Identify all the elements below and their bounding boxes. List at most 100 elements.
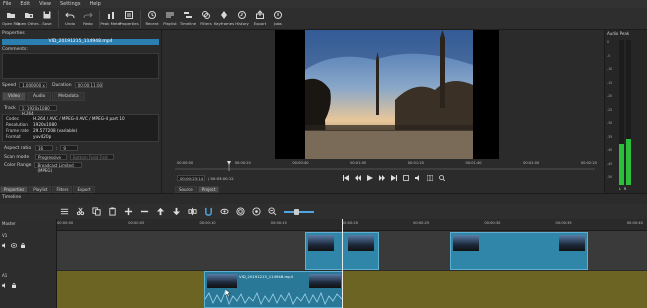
scrub-icon[interactable] bbox=[220, 207, 229, 216]
tab-project[interactable]: Project bbox=[197, 186, 220, 193]
menu-view[interactable]: View bbox=[39, 1, 51, 7]
peak-meter-button[interactable]: Peak Meter bbox=[100, 8, 122, 30]
timeline-button[interactable]: Timeline bbox=[179, 8, 197, 30]
total-time: / 00:03:00:12 bbox=[208, 175, 234, 181]
toolbar-label: Timeline bbox=[179, 21, 197, 26]
tab-properties[interactable]: Properties bbox=[0, 186, 29, 193]
toolbar-label: Recent bbox=[145, 21, 159, 26]
ripple-all-icon[interactable] bbox=[252, 207, 261, 216]
save-button[interactable]: Save bbox=[38, 8, 56, 30]
clip-title: VID_20191215_114948.mp4 bbox=[239, 274, 293, 279]
skip-start-icon[interactable] bbox=[343, 175, 349, 181]
aspect-ratio-width[interactable]: 16 bbox=[35, 145, 53, 151]
menu-icon[interactable] bbox=[60, 207, 69, 216]
audio-track[interactable]: VID_20191215_114948.mp4 bbox=[57, 271, 647, 308]
split-icon[interactable] bbox=[188, 207, 197, 216]
tab-source[interactable]: Source bbox=[175, 186, 197, 193]
overwrite-icon[interactable] bbox=[172, 207, 181, 216]
transport-controls bbox=[343, 175, 445, 181]
undo-button[interactable]: Undo bbox=[61, 8, 79, 30]
meter-left-fill bbox=[619, 144, 624, 185]
ripple-icon[interactable] bbox=[236, 207, 245, 216]
comments-field[interactable] bbox=[2, 53, 159, 79]
lock-icon[interactable] bbox=[11, 283, 17, 288]
tab-playlist[interactable]: Playlist bbox=[29, 186, 52, 193]
mute-icon[interactable] bbox=[2, 243, 8, 248]
video-preview[interactable] bbox=[275, 30, 499, 159]
tab-metadata[interactable]: Metadata bbox=[52, 92, 85, 101]
tab-video[interactable]: Video bbox=[2, 92, 27, 101]
undo-icon bbox=[65, 12, 75, 19]
track-label: Track bbox=[4, 105, 16, 111]
filters-button[interactable]: Filters bbox=[197, 8, 215, 30]
cut-icon[interactable] bbox=[76, 207, 85, 216]
info-row: Format yuv420p bbox=[3, 134, 158, 140]
audio-video-clip[interactable]: VID_20191215_114948.mp4 bbox=[204, 271, 343, 308]
toolbar-label: Jobs bbox=[274, 21, 282, 26]
open-other-button[interactable]: Open Other... bbox=[16, 8, 42, 30]
clip-name: VID_20191215_114948.mp4 bbox=[2, 39, 159, 45]
field-order-select[interactable]: Bottom Field First bbox=[70, 154, 114, 160]
duration-input[interactable]: 00:00:11:00 bbox=[74, 82, 103, 88]
video-track-label: V1 bbox=[2, 233, 8, 238]
duration-label: Duration bbox=[52, 82, 72, 88]
menu-file[interactable]: File bbox=[3, 1, 11, 7]
fast-forward-icon[interactable] bbox=[379, 175, 385, 181]
tab-audio[interactable]: Audio bbox=[27, 92, 52, 101]
tab-filters[interactable]: Filters bbox=[52, 186, 73, 193]
timeline-ruler[interactable]: 00:00:00 00:00:05 00:00:10 00:00:15 00:0… bbox=[57, 219, 647, 231]
copy-icon[interactable] bbox=[92, 207, 101, 216]
meter-left bbox=[619, 40, 624, 185]
open-file-button[interactable]: Open File bbox=[2, 8, 20, 30]
paste-icon[interactable] bbox=[108, 207, 117, 216]
lock-icon[interactable] bbox=[20, 243, 26, 248]
color-range-select[interactable]: Broadcast Limited (MPEG) bbox=[34, 162, 83, 173]
jobs-button[interactable]: Jobs bbox=[269, 8, 287, 30]
menu-settings[interactable]: Settings bbox=[60, 1, 81, 7]
redo-button[interactable]: Redo bbox=[79, 8, 97, 30]
keyframes-button[interactable]: Keyframes bbox=[214, 8, 234, 30]
snap-icon[interactable] bbox=[204, 207, 213, 216]
peak-scale-tick: -15 bbox=[607, 80, 613, 85]
zoom-slider-handle[interactable] bbox=[294, 208, 299, 215]
open-other-icon bbox=[25, 13, 33, 18]
skip-end-icon[interactable] bbox=[391, 175, 397, 181]
mute-icon[interactable] bbox=[2, 283, 8, 288]
video-track[interactable] bbox=[57, 231, 647, 270]
video-clip[interactable] bbox=[450, 232, 588, 270]
zoom-out-icon[interactable] bbox=[268, 207, 277, 216]
play-icon[interactable] bbox=[367, 175, 373, 181]
history-button[interactable]: History bbox=[233, 8, 251, 30]
current-time-field[interactable]: 00:00:23:14 bbox=[177, 175, 205, 181]
peak-scale-tick: -40 bbox=[607, 148, 613, 152]
append-icon[interactable] bbox=[124, 207, 133, 216]
properties-button[interactable]: Properties bbox=[119, 8, 139, 30]
tab-export[interactable]: Export bbox=[73, 186, 95, 193]
export-button[interactable]: Export bbox=[251, 8, 269, 30]
menu-edit[interactable]: Edit bbox=[20, 1, 30, 7]
remove-icon[interactable] bbox=[140, 207, 149, 216]
meter-right-fill bbox=[626, 138, 631, 185]
recent-button[interactable]: Recent bbox=[143, 8, 161, 30]
aspect-ratio-height[interactable]: 9 bbox=[60, 145, 79, 151]
rewind-icon[interactable] bbox=[355, 175, 361, 181]
zoom-slider[interactable] bbox=[284, 208, 314, 215]
peak-scale-tick: -25 bbox=[607, 107, 613, 112]
audio-peak-title: Audio Peak bbox=[607, 31, 630, 36]
playlist-button[interactable]: Playlist bbox=[161, 8, 179, 30]
menu-help[interactable]: Help bbox=[89, 1, 100, 7]
grid-icon[interactable] bbox=[427, 175, 433, 181]
volume-icon[interactable] bbox=[415, 175, 421, 181]
folder-icon bbox=[7, 13, 15, 18]
timeline-ruler-tick: 00:00:15 bbox=[270, 221, 287, 225]
loop-icon[interactable] bbox=[403, 175, 409, 181]
scan-mode-select[interactable]: Progressive bbox=[35, 154, 67, 160]
player-ruler[interactable]: 00:00:00 00:00:20 00:00:40 00:01:00 00:0… bbox=[177, 161, 597, 165]
lift-icon[interactable] bbox=[156, 207, 165, 216]
timeline-playhead[interactable] bbox=[342, 219, 343, 308]
track-select[interactable]: 1: 1920x1080 H.264 bbox=[18, 105, 57, 116]
speed-input[interactable]: 1.000000 x bbox=[19, 82, 48, 88]
meter-right bbox=[626, 40, 631, 185]
hide-icon[interactable] bbox=[11, 243, 17, 248]
zoom-icon[interactable] bbox=[439, 175, 445, 181]
